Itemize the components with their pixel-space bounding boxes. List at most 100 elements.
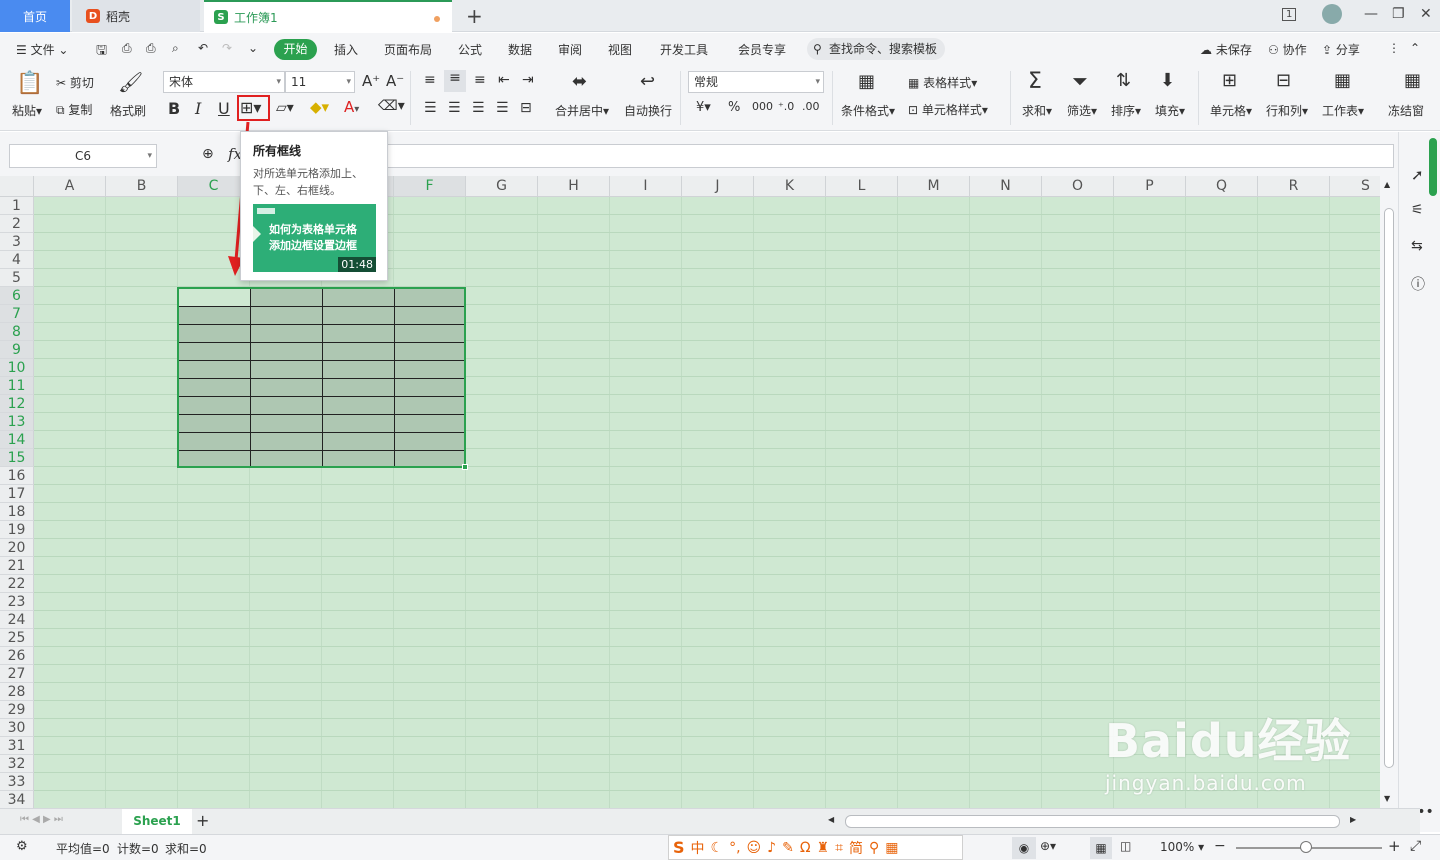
scroll-left-icon[interactable]: ◀ xyxy=(828,815,834,824)
row-header[interactable]: 12 xyxy=(0,395,34,413)
grid-menu-icon[interactable]: ▦ xyxy=(885,840,898,856)
column-header[interactable]: B xyxy=(106,176,178,197)
vertical-scrollbar[interactable]: ▲ ▼ xyxy=(1380,176,1398,808)
worksheet-button[interactable]: 工作表▾ xyxy=(1322,102,1364,119)
crop-icon[interactable]: ⌗ xyxy=(835,840,843,856)
select-cursor-icon[interactable]: ➚ xyxy=(1411,166,1424,184)
sheet-nav-icon[interactable]: ⏮ ◀ ▶ ⏭ xyxy=(20,814,63,825)
help-icon[interactable]: ⓘ xyxy=(1411,274,1425,294)
name-box[interactable]: C6 ▾ xyxy=(9,144,157,168)
distribute-icon[interactable]: ⊟ xyxy=(520,100,532,116)
row-header[interactable]: 25 xyxy=(0,629,34,647)
bold-icon[interactable]: B xyxy=(168,99,180,118)
cell-style-button[interactable]: ⊡ 单元格样式▾ xyxy=(908,101,988,118)
column-header[interactable]: J xyxy=(682,176,754,197)
formula-input[interactable] xyxy=(384,144,1394,168)
align-top-icon[interactable]: ≡ xyxy=(424,72,436,88)
align-bottom-icon[interactable]: ≡ xyxy=(474,72,486,88)
column-header[interactable]: F xyxy=(394,176,466,197)
align-right-icon[interactable]: ☰ xyxy=(472,100,485,116)
table-style-button[interactable]: ▦ 表格样式▾ xyxy=(908,74,977,91)
menu-tab-developer[interactable]: 开发工具 xyxy=(660,41,708,58)
freeze-button[interactable]: 冻结窗 xyxy=(1388,102,1424,119)
column-header[interactable]: A xyxy=(34,176,106,197)
increase-font-icon[interactable]: A⁺ xyxy=(362,72,380,90)
row-header[interactable]: 4 xyxy=(0,251,34,269)
fill-style-icon[interactable]: ▱▾ xyxy=(276,100,294,116)
zoom-out-icon[interactable]: − xyxy=(1214,838,1226,854)
share-button[interactable]: ⇪ 分享 xyxy=(1322,41,1360,58)
row-header[interactable]: 16 xyxy=(0,467,34,485)
page-view-icon[interactable]: ◫ xyxy=(1120,839,1131,853)
row-header[interactable]: 2 xyxy=(0,215,34,233)
row-header[interactable]: 11 xyxy=(0,377,34,395)
scroll-down-icon[interactable]: ▼ xyxy=(1384,794,1390,803)
row-header[interactable]: 34 xyxy=(0,791,34,808)
shirt-icon[interactable]: ♜ xyxy=(817,840,830,856)
fill-icon[interactable]: ⬇ xyxy=(1160,70,1175,91)
currency-icon[interactable]: ¥▾ xyxy=(696,100,711,115)
sogou-logo-icon[interactable]: S xyxy=(673,838,685,857)
zoom-level[interactable]: 100% ▾ xyxy=(1160,840,1204,854)
menu-tab-insert[interactable]: 插入 xyxy=(334,41,358,58)
unsaved-button[interactable]: ☁ 未保存 xyxy=(1200,41,1252,58)
ime-search-icon[interactable]: ⚲ xyxy=(869,840,879,856)
horizontal-scroll-thumb[interactable] xyxy=(845,815,1340,828)
reading-mode-icon[interactable]: ⊕▾ xyxy=(1040,839,1056,853)
tab-workbook[interactable]: S 工作簿1 xyxy=(204,0,452,32)
sort-icon[interactable]: ⇅ xyxy=(1116,70,1131,91)
row-header[interactable]: 9 xyxy=(0,341,34,359)
fullscreen-icon[interactable]: ⤢ xyxy=(1410,838,1421,854)
thousands-icon[interactable]: 000 xyxy=(752,100,773,113)
tab-home[interactable]: 首页 xyxy=(0,0,70,32)
transform-icon[interactable]: ⇆ xyxy=(1411,238,1423,254)
menu-tab-page-layout[interactable]: 页面布局 xyxy=(384,41,432,58)
redo-icon[interactable]: ↷ xyxy=(222,41,232,55)
row-header[interactable]: 19 xyxy=(0,521,34,539)
cell-button[interactable]: 单元格▾ xyxy=(1210,102,1252,119)
collaborate-button[interactable]: ⚇ 协作 xyxy=(1268,41,1307,58)
row-header[interactable]: 14 xyxy=(0,431,34,449)
ime-simplified-mode[interactable]: 简 xyxy=(849,838,863,858)
worksheet-icon[interactable]: ▦ xyxy=(1334,70,1351,91)
fill-button[interactable]: 填充▾ xyxy=(1155,102,1185,119)
row-header[interactable]: 30 xyxy=(0,719,34,737)
font-color-icon[interactable]: A▾ xyxy=(344,98,359,116)
vertical-scroll-thumb[interactable] xyxy=(1384,208,1394,768)
row-header[interactable]: 24 xyxy=(0,611,34,629)
menu-tab-review[interactable]: 审阅 xyxy=(558,41,582,58)
scroll-right-icon[interactable]: ▶ xyxy=(1350,815,1356,824)
column-header[interactable]: H xyxy=(538,176,610,197)
cell-icon[interactable]: ⊞ xyxy=(1222,70,1237,91)
align-center-icon[interactable]: ☰ xyxy=(448,100,461,116)
microphone-icon[interactable]: ♪ xyxy=(767,840,776,856)
row-header[interactable]: 13 xyxy=(0,413,34,431)
align-middle-icon[interactable]: ≡ xyxy=(444,70,466,92)
avatar[interactable] xyxy=(1322,4,1342,24)
sort-button[interactable]: 排序▾ xyxy=(1111,102,1141,119)
selected-range[interactable] xyxy=(177,287,468,470)
rows-cols-button[interactable]: 行和列▾ xyxy=(1266,102,1308,119)
filter-button[interactable]: 筛选▾ xyxy=(1067,102,1097,119)
cut-button[interactable]: ✂ 剪切 xyxy=(56,74,94,91)
paste-icon[interactable]: 📋 xyxy=(16,71,43,96)
filter-icon[interactable]: ⏷ xyxy=(1072,69,1088,93)
normal-view-icon[interactable]: ▦ xyxy=(1090,837,1112,859)
row-header[interactable]: 20 xyxy=(0,539,34,557)
smiley-icon[interactable]: ☺ xyxy=(747,840,762,856)
command-search[interactable]: ⚲ 查找命令、搜索模板 xyxy=(807,38,945,60)
restore-icon[interactable]: ❐ xyxy=(1392,6,1405,22)
tab-daoke[interactable]: D 稻壳 xyxy=(72,0,200,32)
row-header[interactable]: 29 xyxy=(0,701,34,719)
row-header[interactable]: 31 xyxy=(0,737,34,755)
quick-access-dropdown-icon[interactable]: ⌄ xyxy=(248,41,258,55)
paste-button[interactable]: 粘贴▾ xyxy=(12,102,42,119)
justify-icon[interactable]: ☰ xyxy=(496,100,509,116)
column-header[interactable]: N xyxy=(970,176,1042,197)
print-icon[interactable]: ⎙ xyxy=(146,41,156,56)
indent-decrease-icon[interactable]: ⇤ xyxy=(498,72,510,88)
row-header[interactable]: 1 xyxy=(0,197,34,215)
ime-chinese-mode[interactable]: 中 xyxy=(691,838,705,858)
moon-icon[interactable]: ☾ xyxy=(711,840,724,856)
column-header[interactable]: M xyxy=(898,176,970,197)
